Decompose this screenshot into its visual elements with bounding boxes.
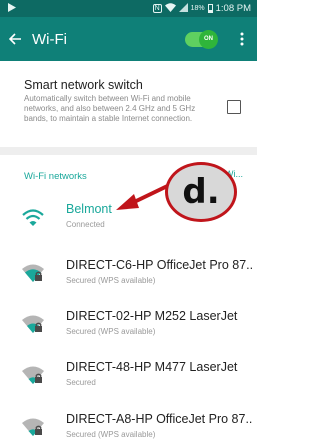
smart-switch-checkbox[interactable] [227, 100, 241, 114]
wifi-networks-header: Wi-Fi networks [24, 171, 87, 182]
status-time: 1:08 PM [215, 3, 251, 14]
more-options-button[interactable] [231, 17, 253, 61]
network-name: Belmont [66, 202, 112, 216]
network-name: DIRECT-A8-HP OfficeJet Pro 87.. [66, 412, 253, 426]
more-vert-icon [240, 32, 244, 46]
page-title: Wi-Fi [32, 30, 67, 48]
smart-switch-text: Smart network switch Automatically switc… [24, 78, 208, 124]
network-status: Secured [66, 378, 96, 387]
network-name: DIRECT-C6-HP OfficeJet Pro 87.. [66, 258, 254, 272]
section-divider [0, 147, 257, 155]
wifi-locked-icon [22, 315, 44, 335]
network-row-direct-c6[interactable]: DIRECT-C6-HP OfficeJet Pro 87.. Secured … [0, 254, 257, 300]
network-name: DIRECT-02-HP M252 LaserJet [66, 309, 238, 323]
wifi-locked-icon [22, 264, 44, 284]
status-right: N 18% 1:08 PM [152, 2, 251, 15]
network-status: Secured (WPS available) [66, 276, 156, 285]
status-left [8, 2, 16, 15]
wifi-status-icon [164, 2, 176, 15]
app-bar: Wi-Fi ON [0, 17, 257, 61]
nfc-icon: N [152, 4, 162, 13]
network-row-direct-a8[interactable]: DIRECT-A8-HP OfficeJet Pro 87.. Secured … [0, 408, 257, 443]
play-store-notification-icon [8, 2, 16, 15]
wifi-connected-icon [22, 208, 44, 228]
wifi-toggle[interactable]: ON [185, 29, 218, 49]
battery-percent: 18% [190, 5, 205, 12]
network-status: Secured (WPS available) [66, 430, 156, 439]
smart-switch-description: Automatically switch between Wi-Fi and m… [24, 94, 196, 123]
network-row-direct-02[interactable]: DIRECT-02-HP M252 LaserJet Secured (WPS … [0, 305, 257, 351]
back-arrow-icon [8, 33, 21, 45]
status-bar: N 18% 1:08 PM [0, 0, 257, 17]
wifi-locked-icon [22, 366, 44, 386]
battery-icon [207, 4, 213, 13]
smart-switch-title: Smart network switch [24, 78, 143, 92]
annotation-badge: d. [165, 162, 237, 222]
back-button[interactable] [0, 17, 30, 61]
smart-network-switch-row[interactable]: Smart network switch Automatically switc… [0, 61, 257, 146]
network-name: DIRECT-48-HP M477 LaserJet [66, 360, 238, 374]
toggle-knob: ON [199, 29, 218, 49]
signal-icon [178, 2, 188, 15]
network-row-direct-48[interactable]: DIRECT-48-HP M477 LaserJet Secured [0, 356, 257, 402]
network-status: Connected [66, 220, 105, 229]
network-status: Secured (WPS available) [66, 327, 156, 336]
wifi-locked-icon [22, 418, 44, 438]
